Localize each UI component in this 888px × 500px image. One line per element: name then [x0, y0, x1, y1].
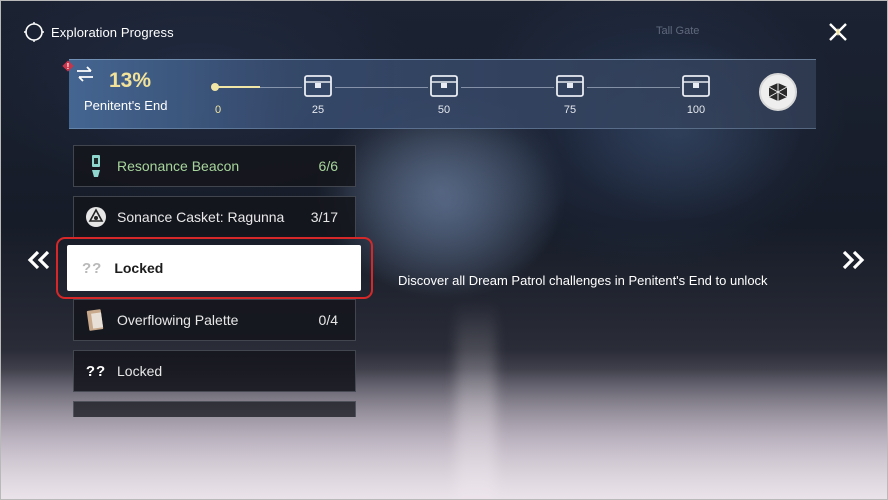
header: Exploration Progress: [23, 21, 174, 43]
close-button[interactable]: [825, 19, 851, 45]
item-count: 3/17: [310, 209, 338, 225]
next-region-button[interactable]: [839, 247, 867, 273]
final-reward-icon[interactable]: [759, 73, 797, 111]
beacon-icon: [85, 155, 107, 177]
unlock-description: Discover all Dream Patrol challenges in …: [398, 273, 768, 288]
switch-region-icon[interactable]: [75, 66, 95, 82]
progress-track: [587, 87, 680, 88]
alert-icon: !: [61, 59, 75, 73]
progress-start-dot: [211, 83, 219, 91]
progress-track: [335, 87, 428, 88]
milestone-label: 25: [311, 104, 325, 116]
list-item-locked-selected[interactable]: ?? Locked: [67, 245, 361, 291]
item-label: Sonance Casket: Ragunna: [117, 209, 285, 225]
item-count: 0/4: [318, 312, 338, 328]
svg-text:!: !: [67, 62, 70, 71]
question-icon: ??: [85, 362, 107, 380]
milestone-label: 0: [214, 104, 222, 116]
list-item-sonance-casket[interactable]: Sonance Casket: Ragunna 3/17: [73, 196, 356, 238]
item-count: 6/6: [318, 158, 338, 174]
previous-region-button[interactable]: [25, 247, 53, 273]
progress-track: [461, 87, 554, 88]
reward-chest-icon[interactable]: [681, 74, 711, 98]
progress-fill: [214, 86, 260, 88]
map-label: Tall Gate: [656, 25, 700, 37]
exploration-screen: Tall Gate Exploration Progress ! 13% Pen…: [0, 0, 888, 500]
reward-chest-icon[interactable]: [555, 74, 585, 98]
item-label: Overflowing Palette: [117, 312, 239, 328]
page-title: Exploration Progress: [51, 24, 174, 40]
chevron-double-right-icon: [842, 250, 865, 270]
question-icon: ??: [82, 259, 103, 277]
progress-track: [260, 87, 302, 88]
list-item-partial[interactable]: [73, 401, 356, 417]
item-label: Locked: [114, 260, 164, 276]
reward-chest-icon[interactable]: [429, 74, 459, 98]
milestone-label: 100: [686, 104, 706, 116]
list-item-overflowing-palette[interactable]: Overflowing Palette 0/4: [73, 299, 356, 341]
milestone-label: 50: [437, 104, 451, 116]
palette-icon: [85, 309, 107, 331]
list-item-locked[interactable]: ?? Locked: [73, 350, 356, 392]
region-name: Penitent's End: [84, 98, 168, 113]
progress-percent: 13%: [109, 69, 152, 92]
item-label: Resonance Beacon: [117, 158, 240, 174]
compass-icon: [23, 21, 45, 43]
item-label: Locked: [117, 363, 163, 379]
list-item-resonance-beacon[interactable]: Resonance Beacon 6/6: [73, 145, 356, 187]
milestone-label: 75: [563, 104, 577, 116]
chevron-double-left-icon: [27, 250, 50, 270]
close-icon: [829, 23, 847, 41]
reward-chest-icon[interactable]: [303, 74, 333, 98]
casket-icon: [85, 206, 107, 228]
